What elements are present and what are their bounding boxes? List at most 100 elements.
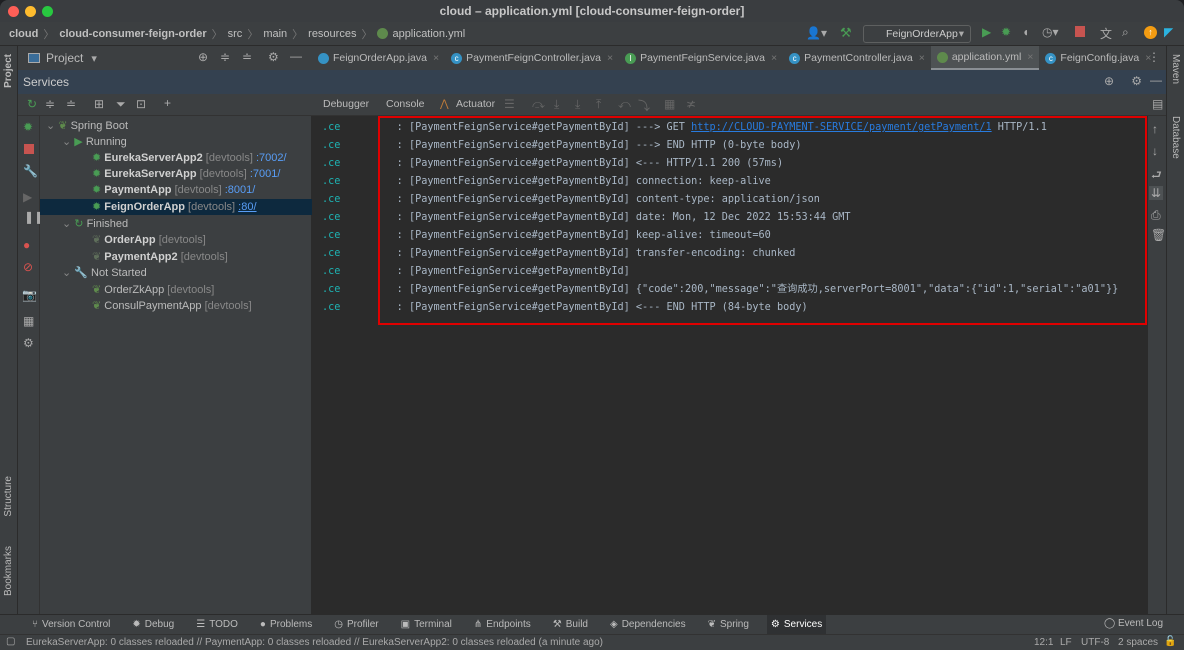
- filter-icon[interactable]: ⏷: [116, 97, 126, 112]
- step-into-icon[interactable]: ⤓: [554, 97, 559, 112]
- indent-setting[interactable]: 2 spaces: [1118, 637, 1158, 648]
- more-tabs-icon[interactable]: ⋮: [1148, 50, 1160, 64]
- tree-node-service[interactable]: ❦ ConsulPaymentApp [devtools]: [40, 298, 312, 314]
- tab-actuator[interactable]: Actuator: [456, 98, 495, 110]
- layout-icon[interactable]: ▦: [23, 314, 34, 328]
- breakpoints-icon[interactable]: ●: [23, 238, 30, 252]
- run-icon[interactable]: ▶: [982, 25, 991, 39]
- stop-icon[interactable]: [1075, 26, 1085, 37]
- tab-payment-controller[interactable]: c PaymentController.java ×: [783, 46, 931, 70]
- line-separator[interactable]: LF: [1060, 637, 1072, 648]
- collapse-all-icon[interactable]: ≐: [66, 97, 76, 111]
- caret-position[interactable]: 12:1: [1034, 637, 1053, 648]
- trash-icon[interactable]: 🗑: [1151, 228, 1166, 242]
- profile-icon[interactable]: ◷▾: [1042, 25, 1059, 39]
- new-tab-icon[interactable]: ⊡: [136, 97, 146, 111]
- run-to-cursor-icon[interactable]: ⤵: [638, 97, 650, 114]
- tab-payment-feign-service[interactable]: I PaymentFeignService.java ×: [619, 46, 783, 70]
- tab-application-yml[interactable]: application.yml ×: [930, 46, 1040, 70]
- tree-node-service[interactable]: ❦ OrderZkApp [devtools]: [40, 282, 312, 298]
- scroll-down-icon[interactable]: ↓: [1152, 144, 1158, 158]
- tool-button-services[interactable]: ⚙ Services: [766, 614, 827, 635]
- tree-node-spring-boot[interactable]: ⌄ ❦ Spring Boot: [40, 118, 312, 134]
- breadcrumb-item[interactable]: src: [228, 28, 243, 40]
- build-hammer-icon[interactable]: ⚒: [840, 25, 852, 41]
- run-config-select[interactable]: FeignOrderApp ▾: [863, 25, 971, 43]
- close-icon[interactable]: ×: [771, 52, 777, 64]
- breadcrumb-item[interactable]: cloud-consumer-feign-order: [59, 28, 206, 40]
- translate-icon[interactable]: 文: [1100, 25, 1112, 42]
- drop-frame-icon[interactable]: ⤺: [618, 97, 631, 112]
- update-icon[interactable]: ↑: [1144, 26, 1157, 39]
- tree-node-service-selected[interactable]: ✹ FeignOrderApp [devtools] :80/: [40, 199, 312, 215]
- search-icon[interactable]: ⌕: [1122, 25, 1129, 40]
- tool-button-dependencies[interactable]: ◈ Dependencies: [606, 615, 690, 635]
- camera-icon[interactable]: 📷: [22, 288, 37, 302]
- hide-icon[interactable]: —: [290, 49, 302, 63]
- tool-button-terminal[interactable]: ▣ Terminal: [397, 615, 456, 635]
- tab-console[interactable]: Console: [386, 98, 425, 110]
- lock-icon[interactable]: 🔓: [1164, 636, 1176, 647]
- print-icon[interactable]: ⎙: [1151, 208, 1161, 223]
- tree-node-service[interactable]: ❦ PaymentApp2 [devtools]: [40, 249, 312, 265]
- breadcrumb-item[interactable]: application.yml: [392, 28, 465, 40]
- layout-icon[interactable]: ▤: [1152, 97, 1163, 111]
- expand-all-icon[interactable]: ≑: [45, 97, 55, 111]
- port-link[interactable]: :80/: [238, 201, 256, 213]
- close-icon[interactable]: ×: [607, 52, 613, 64]
- group-by-icon[interactable]: ⊞: [94, 97, 104, 111]
- scroll-to-end-icon[interactable]: ⇊: [1149, 186, 1164, 200]
- tab-feign-order-app[interactable]: FeignOrderApp.java ×: [312, 46, 445, 70]
- tool-button-debug[interactable]: ✹ Debug: [128, 615, 178, 635]
- breadcrumb-item[interactable]: main: [263, 28, 287, 40]
- tree-node-finished[interactable]: ⌄ ↻ Finished: [40, 216, 312, 232]
- tree-node-running[interactable]: ⌄ ▶ Running: [40, 134, 312, 150]
- force-step-into-icon[interactable]: ⤓: [575, 97, 580, 112]
- tool-button-build[interactable]: ⚒ Build: [549, 615, 592, 635]
- soft-wrap-icon[interactable]: ⮐: [1151, 166, 1162, 187]
- tool-button-profiler[interactable]: ◷ Profiler: [330, 615, 382, 635]
- locate-icon[interactable]: ⊕: [1104, 74, 1114, 88]
- rerun-debug-icon[interactable]: ✹: [23, 120, 33, 134]
- port-link[interactable]: :7001/: [250, 168, 281, 180]
- scroll-up-icon[interactable]: ↑: [1152, 122, 1158, 136]
- tab-payment-feign-controller[interactable]: c PaymentFeignController.java ×: [445, 46, 619, 70]
- database-tool-button[interactable]: Database: [1170, 116, 1181, 159]
- tree-node-not-started[interactable]: ⌄ 🔧 Not Started: [40, 265, 312, 281]
- tool-button-version-control[interactable]: ⑂ Version Control: [28, 615, 114, 635]
- collapse-all-icon[interactable]: ≐: [242, 50, 252, 64]
- maven-tool-button[interactable]: Maven: [1170, 54, 1181, 84]
- tab-debugger[interactable]: Debugger: [323, 98, 369, 110]
- structure-tool-button[interactable]: Structure: [3, 476, 14, 517]
- stop-icon[interactable]: [24, 144, 34, 154]
- tool-button-problems[interactable]: ● Problems: [256, 615, 316, 635]
- hide-icon[interactable]: —: [1150, 73, 1162, 87]
- step-over-icon[interactable]: ⤼: [532, 97, 545, 112]
- port-link[interactable]: :7002/: [256, 152, 287, 164]
- trace-icon[interactable]: ≭: [686, 97, 696, 111]
- coverage-icon[interactable]: ◖: [1022, 25, 1029, 39]
- project-selector[interactable]: Project: [46, 51, 83, 65]
- tree-node-service[interactable]: ✹ PaymentApp [devtools] :8001/: [40, 182, 312, 198]
- gear-icon[interactable]: ⚙: [268, 50, 279, 64]
- resume-icon[interactable]: ▶: [23, 190, 32, 204]
- event-log-button[interactable]: ◯ Event Log: [1104, 618, 1163, 629]
- file-encoding[interactable]: UTF-8: [1081, 637, 1109, 648]
- project-tool-button[interactable]: Project: [3, 54, 14, 88]
- close-icon[interactable]: ×: [433, 52, 439, 64]
- plugin-logo-icon[interactable]: ◤: [1164, 25, 1173, 39]
- bookmarks-tool-button[interactable]: Bookmarks: [3, 546, 14, 596]
- settings-icon[interactable]: ⚙: [23, 336, 34, 350]
- tool-button-todo[interactable]: ☰ TODO: [192, 615, 242, 635]
- locate-icon[interactable]: ⊕: [198, 50, 208, 64]
- evaluate-icon[interactable]: ▦: [664, 97, 675, 111]
- panel-toggle-icon[interactable]: ▢: [6, 636, 15, 647]
- breadcrumb-item[interactable]: cloud: [9, 28, 38, 40]
- port-link[interactable]: :8001/: [225, 184, 256, 196]
- gear-icon[interactable]: ⚙: [1131, 74, 1142, 88]
- tool-button-spring[interactable]: ❦ Spring: [704, 615, 753, 635]
- tab-feign-config[interactable]: c FeignConfig.java ×: [1039, 46, 1157, 70]
- close-icon[interactable]: ×: [1027, 51, 1033, 63]
- tree-node-service[interactable]: ✹ EurekaServerApp [devtools] :7001/: [40, 166, 312, 182]
- user-icon[interactable]: 👤▾: [806, 26, 827, 40]
